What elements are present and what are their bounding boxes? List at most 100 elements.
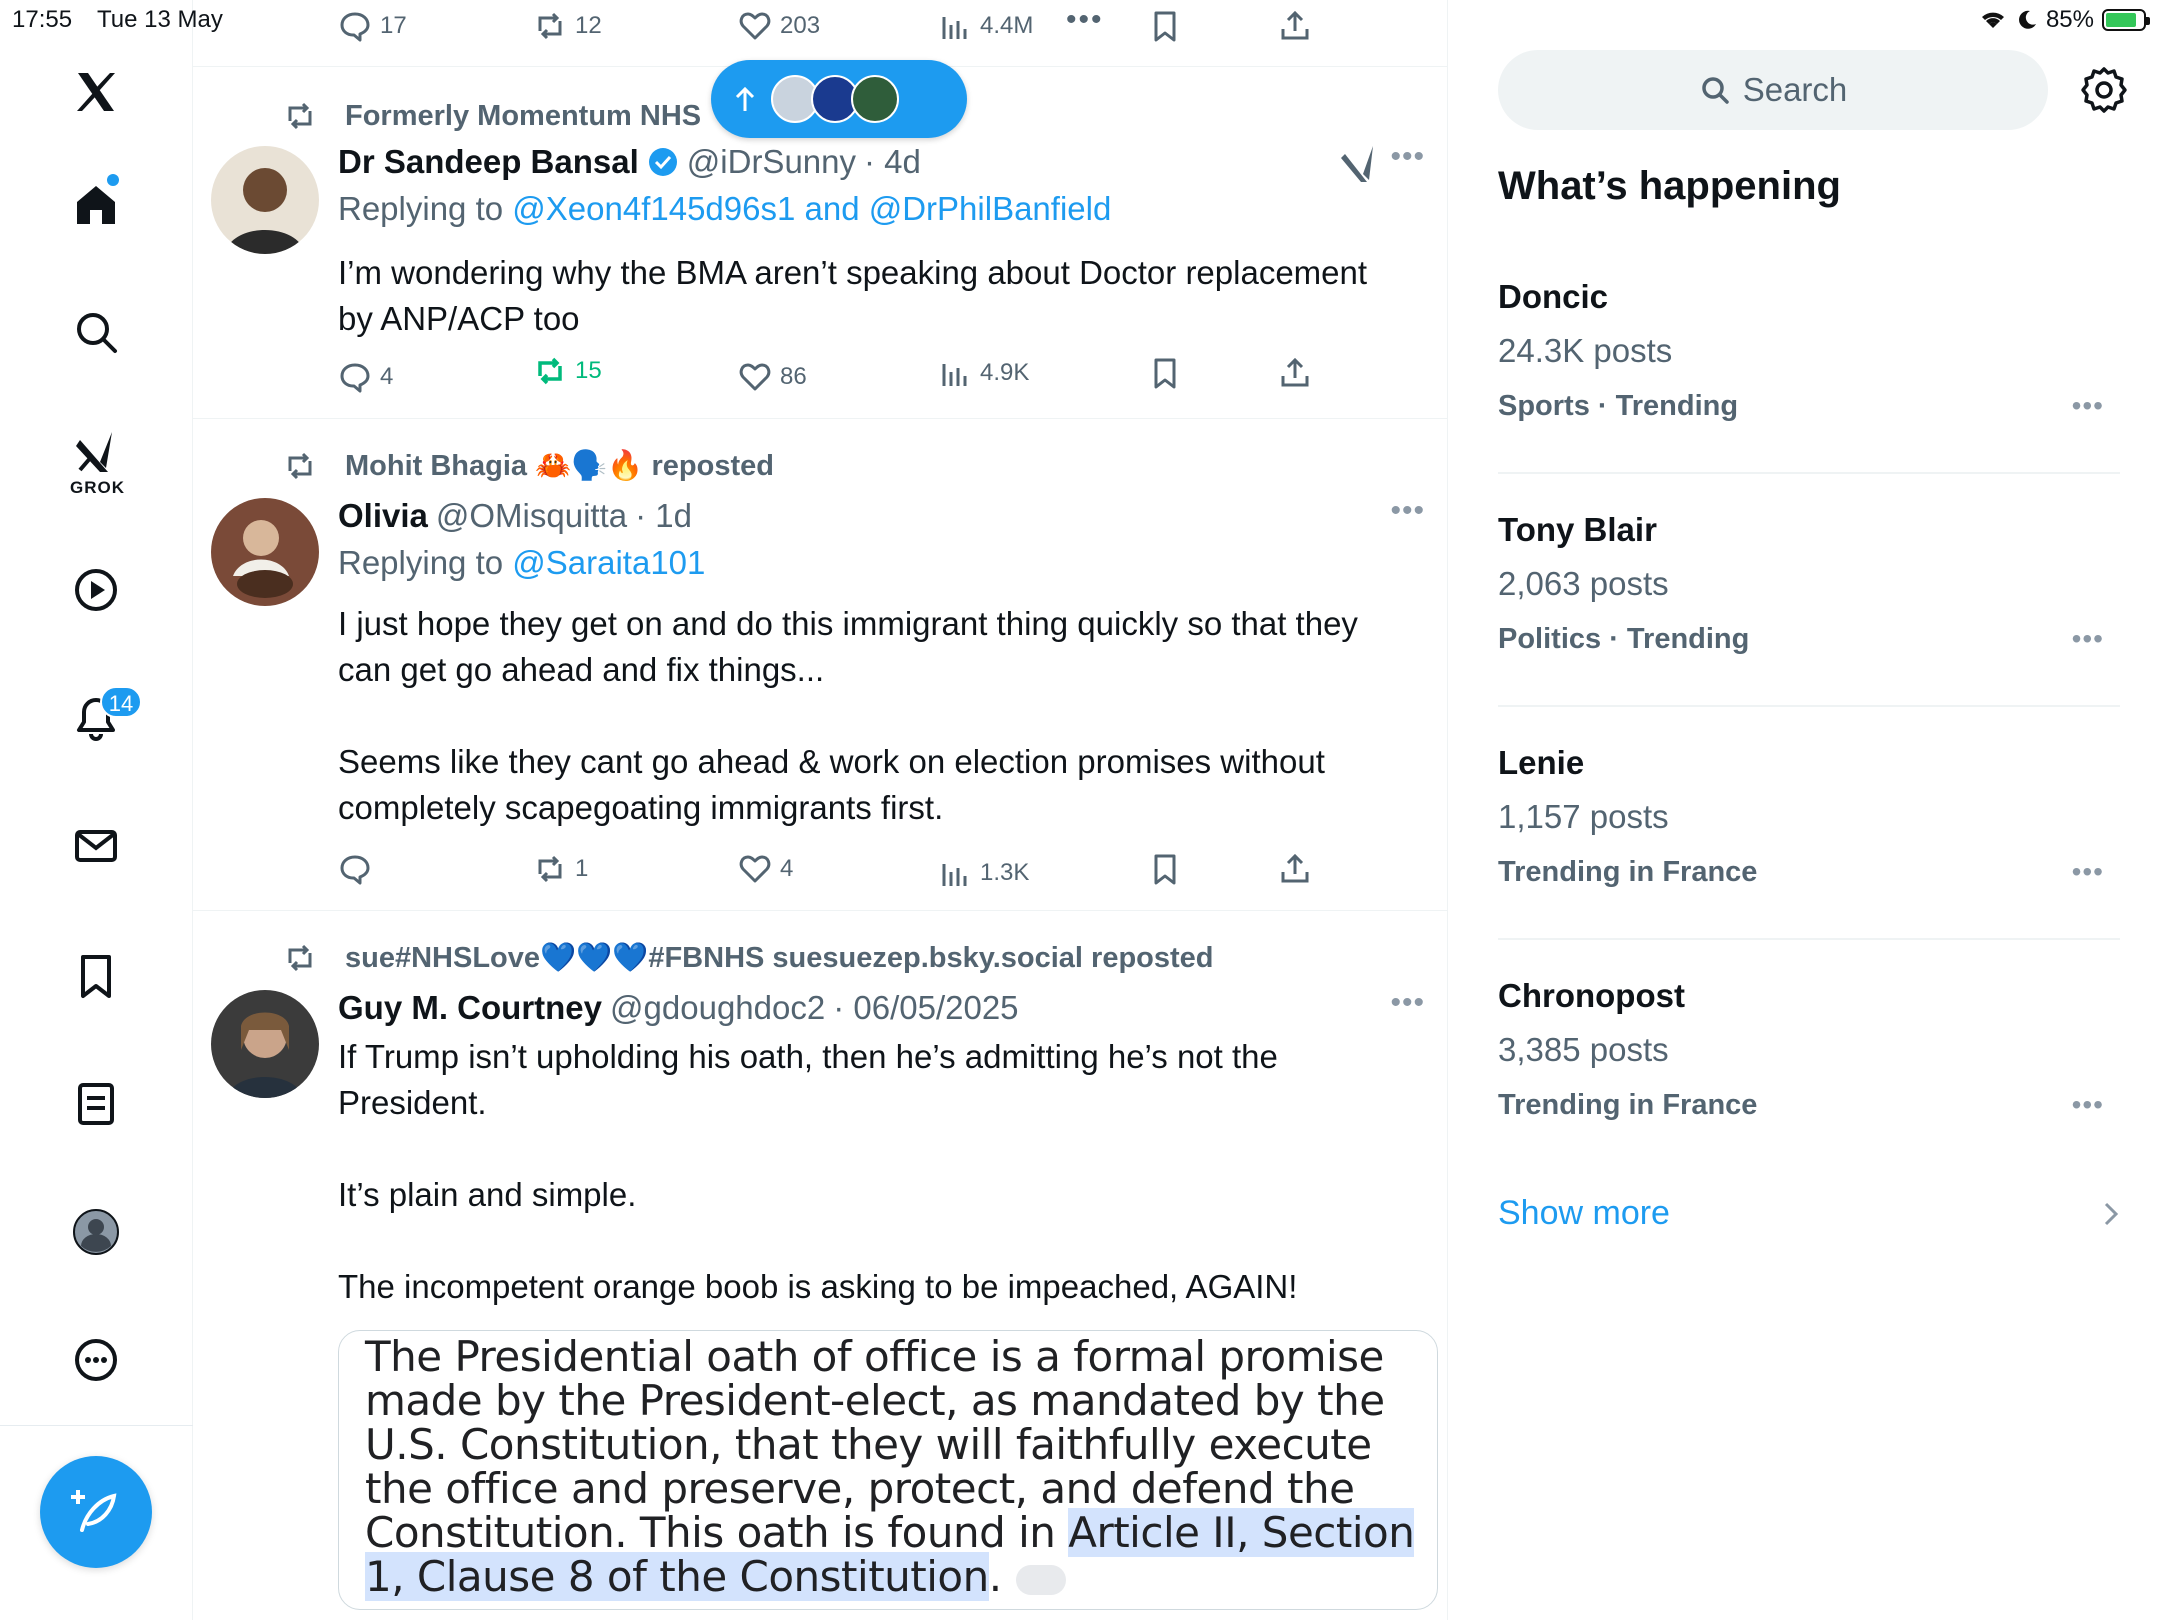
compose-post-button[interactable]	[40, 1456, 152, 1568]
tweet-header: Guy M. Courtney @gdoughdoc2 · 06/05/2025	[338, 986, 1019, 1030]
like-count: 4	[780, 855, 794, 882]
heart-icon	[739, 363, 771, 391]
show-more-link[interactable]: Show more	[1498, 1194, 1670, 1233]
author-name[interactable]: Guy M. Courtney	[338, 989, 602, 1027]
avatar[interactable]	[211, 990, 319, 1098]
trend-name: Tony Blair	[1498, 511, 1657, 548]
search-input[interactable]: Search	[1498, 50, 2048, 130]
status-time: 17:55	[12, 6, 73, 33]
tweet-time[interactable]: · 4d	[864, 143, 921, 181]
repost-context: Mohit Bhagia 🦀🗣️🔥 reposted	[283, 448, 774, 484]
search-icon[interactable]	[62, 298, 130, 366]
video-icon[interactable]	[62, 556, 130, 624]
trend-count: 24.3K posts	[1498, 332, 1673, 369]
left-nav: GROK 14	[0, 0, 193, 1620]
replying-to-links[interactable]: @Xeon4f145d96s1 and @DrPhilBanfield	[512, 190, 1111, 227]
trend-item[interactable]: Lenie 1,157 posts Trending in France •••	[1498, 744, 2118, 889]
reply-button[interactable]	[338, 849, 380, 889]
grok-explain-icon[interactable]	[1341, 144, 1377, 184]
quoted-image-card[interactable]: The Presidential oath of office is a for…	[338, 1330, 1438, 1610]
settings-gear-icon[interactable]	[2078, 64, 2130, 116]
profile-avatar-icon[interactable]	[62, 1198, 130, 1266]
battery-percent: 85%	[2045, 6, 2094, 33]
repost-context: sue#NHSLove💙💙💙#FBNHS suesuezep.bsky.soci…	[283, 940, 1214, 976]
trend-count: 2,063 posts	[1498, 565, 1669, 602]
tweet-more-dots-icon[interactable]: •••	[1390, 140, 1425, 174]
trend-more-dots-icon[interactable]: •••	[2072, 390, 2104, 422]
moon-icon	[2019, 10, 2036, 29]
views-button[interactable]: 1.3K	[938, 853, 1029, 893]
trend-item[interactable]: Chronopost 3,385 posts Trending in Franc…	[1498, 977, 2118, 1122]
trend-item[interactable]: Tony Blair 2,063 posts Politics · Trendi…	[1498, 511, 2118, 656]
repost-icon	[538, 855, 562, 883]
tweet-header: Olivia @OMisquitta · 1d	[338, 494, 692, 538]
tweet-time[interactable]: · 1d	[635, 497, 692, 535]
search-placeholder: Search	[1742, 71, 1848, 108]
grok-label: GROK	[70, 478, 125, 497]
new-post-avatar	[851, 75, 899, 123]
replying-to: Replying to @Saraita101	[338, 544, 705, 582]
new-posts-pill[interactable]	[711, 60, 967, 138]
share-button[interactable]	[1278, 849, 1312, 889]
trend-item[interactable]: Doncic 24.3K posts Sports · Trending •••	[1498, 278, 2118, 423]
reply-icon	[340, 855, 370, 885]
tweet-time[interactable]: · 06/05/2025	[833, 989, 1018, 1027]
battery-icon	[2102, 9, 2150, 31]
link-chip-icon	[1015, 1564, 1066, 1595]
trend-count: 1,157 posts	[1498, 798, 1669, 835]
tweet-text: I’m wondering why the BMA aren’t speakin…	[338, 254, 1368, 337]
repost-button[interactable]: 15	[533, 351, 602, 391]
heart-icon	[739, 855, 771, 883]
repost-icon	[538, 357, 562, 385]
quote-end-text: .	[988, 1552, 1002, 1601]
tweet-more-dots-icon[interactable]: •••	[1390, 986, 1425, 1020]
replying-to-links[interactable]: @Saraita101	[512, 544, 705, 581]
compose-feather-icon	[71, 1490, 117, 1532]
tweet-actions: 1 4 1.3K	[338, 849, 1338, 889]
author-handle[interactable]: @iDrSunny	[687, 143, 856, 181]
bookmark-button[interactable]	[1148, 353, 1182, 393]
views-button[interactable]: 4.9K	[938, 353, 1029, 393]
bookmarks-icon[interactable]	[62, 942, 130, 1010]
reposted-by-text: Mohit Bhagia 🦀🗣️🔥 reposted	[345, 450, 774, 482]
trend-more-dots-icon[interactable]: •••	[2072, 1089, 2104, 1121]
lists-icon[interactable]	[62, 1070, 130, 1138]
trend-category: Trending in France	[1498, 1089, 1758, 1121]
author-handle[interactable]: @OMisquitta	[436, 497, 627, 535]
messages-mail-icon[interactable]	[62, 812, 130, 880]
tweet-divider	[193, 418, 1447, 419]
like-button[interactable]: 4	[738, 849, 793, 889]
author-handle[interactable]: @gdoughdoc2	[610, 989, 825, 1027]
avatar[interactable]	[211, 146, 319, 254]
home-icon[interactable]	[62, 170, 130, 238]
bookmark-button[interactable]	[1148, 849, 1182, 889]
tweet-more-dots-icon[interactable]: •••	[1390, 494, 1425, 528]
views-chart-icon	[942, 364, 967, 386]
bookmark-icon	[1154, 358, 1176, 389]
arrow-up-icon	[735, 86, 755, 111]
nav-divider	[0, 1425, 193, 1426]
trend-divider	[1498, 472, 2120, 474]
status-bar: 17:55 Tue 13 May 85%	[0, 0, 2160, 44]
x-logo-icon[interactable]	[62, 58, 130, 126]
repost-icon	[288, 102, 312, 130]
replying-prefix: Replying to	[338, 190, 513, 227]
trend-divider	[1498, 705, 2120, 707]
bookmark-icon	[1154, 854, 1176, 885]
repost-button[interactable]: 1	[533, 849, 588, 889]
author-name[interactable]: Olivia	[338, 497, 428, 535]
avatar[interactable]	[211, 498, 319, 606]
trend-name: Doncic	[1498, 278, 1609, 315]
trend-more-dots-icon[interactable]: •••	[2072, 856, 2104, 888]
like-button[interactable]: 86	[738, 357, 807, 397]
views-count: 4.9K	[980, 359, 1030, 386]
share-button[interactable]	[1278, 353, 1312, 393]
trend-more-dots-icon[interactable]: •••	[2072, 623, 2104, 655]
more-options-icon[interactable]	[62, 1326, 130, 1394]
whats-happening-heading: What’s happening	[1498, 164, 1841, 208]
grok-icon[interactable]	[62, 418, 130, 486]
reply-button[interactable]: 4	[338, 357, 393, 397]
quoted-text-image: The Presidential oath of office is a for…	[365, 1335, 1435, 1601]
trend-category: Sports · Trending	[1498, 390, 1739, 422]
author-name[interactable]: Dr Sandeep Bansal	[338, 143, 639, 181]
